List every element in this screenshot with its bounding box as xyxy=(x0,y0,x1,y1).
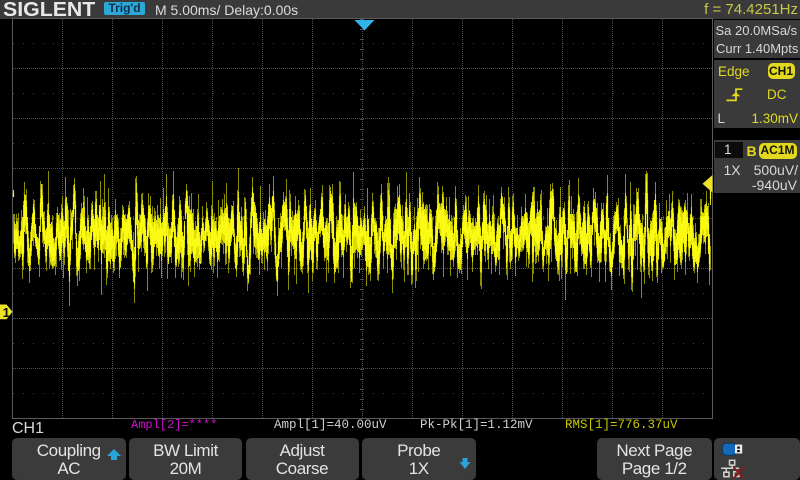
svg-text:1: 1 xyxy=(3,305,10,320)
